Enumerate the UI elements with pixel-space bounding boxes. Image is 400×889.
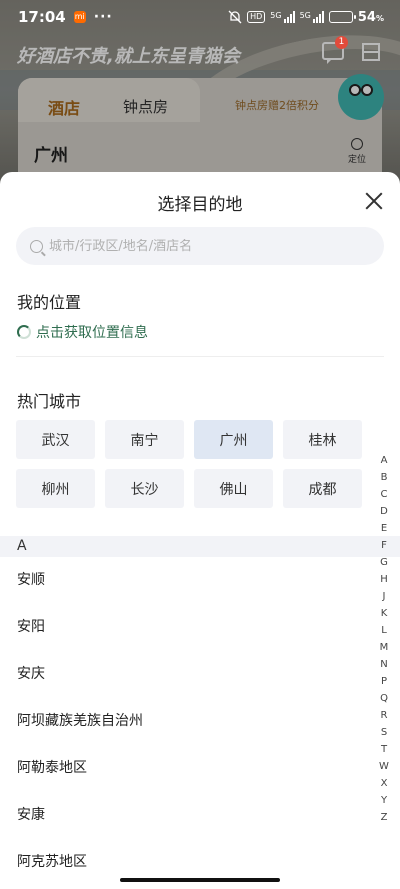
hot-city-button[interactable]: 长沙 bbox=[105, 469, 184, 508]
index-letter[interactable]: H bbox=[380, 571, 388, 588]
more-notifications-icon: ··· bbox=[93, 9, 113, 25]
network-type-label: 5G bbox=[270, 11, 282, 20]
divider bbox=[16, 356, 384, 357]
hot-city-button[interactable]: 成都 bbox=[283, 469, 362, 508]
city-list-item[interactable]: 阿坝藏族羌族自治州 bbox=[17, 698, 357, 745]
index-letter[interactable]: Q bbox=[380, 690, 388, 707]
city-list-item[interactable]: 安顺 bbox=[17, 557, 357, 604]
index-letter[interactable]: E bbox=[381, 520, 387, 537]
hot-city-button[interactable]: 广州 bbox=[194, 420, 273, 459]
mi-app-icon: mi bbox=[73, 11, 86, 23]
hot-city-button[interactable]: 佛山 bbox=[194, 469, 273, 508]
index-letter[interactable]: D bbox=[380, 503, 388, 520]
status-bar: 17:04 mi ··· HD 5G 5G 54% bbox=[0, 0, 400, 34]
index-letter[interactable]: Z bbox=[381, 809, 388, 826]
message-badge: 1 bbox=[335, 36, 348, 49]
status-time: 17:04 bbox=[18, 8, 66, 26]
search-bar[interactable] bbox=[16, 227, 384, 265]
signal-icon-sim1: 5G bbox=[270, 11, 295, 23]
index-letter[interactable]: G bbox=[380, 554, 388, 571]
index-letter[interactable]: L bbox=[381, 622, 387, 639]
hot-cities-title: 热门城市 bbox=[17, 392, 82, 411]
hot-city-button[interactable]: 桂林 bbox=[283, 420, 362, 459]
hot-city-button[interactable]: 武汉 bbox=[16, 420, 95, 459]
index-letter[interactable]: J bbox=[383, 588, 386, 605]
network-type-label: 5G bbox=[299, 11, 311, 20]
index-letter[interactable]: M bbox=[380, 639, 389, 656]
city-list: 安顺 安阳 安庆 阿坝藏族羌族自治州 阿勒泰地区 安康 阿克苏地区 bbox=[17, 557, 357, 886]
search-icon bbox=[30, 239, 43, 253]
battery-icon bbox=[328, 11, 356, 23]
loading-spinner-icon bbox=[17, 325, 31, 339]
alphabet-index[interactable]: ABCDEFGHJKLMNPQRSTWXYZ bbox=[376, 452, 392, 826]
battery-percent: 54% bbox=[357, 9, 384, 25]
index-letter[interactable]: W bbox=[379, 758, 389, 775]
my-location-title: 我的位置 bbox=[17, 293, 82, 312]
city-list-item[interactable]: 安康 bbox=[17, 792, 357, 839]
home-indicator[interactable] bbox=[120, 878, 280, 882]
hd-voice-icon: HD bbox=[247, 11, 266, 23]
destination-sheet: 选择目的地 我的位置 点击获取位置信息 热门城市 武汉南宁广州桂林柳州长沙佛山成… bbox=[0, 172, 400, 889]
index-letter[interactable]: X bbox=[381, 775, 388, 792]
sheet-title: 选择目的地 bbox=[157, 195, 243, 215]
mute-bell-icon bbox=[228, 10, 242, 24]
city-list-item[interactable]: 安庆 bbox=[17, 651, 357, 698]
hot-city-button[interactable]: 南宁 bbox=[105, 420, 184, 459]
index-letter[interactable]: N bbox=[380, 656, 387, 673]
index-letter[interactable]: S bbox=[381, 724, 387, 741]
index-letter[interactable]: Y bbox=[381, 792, 387, 809]
index-letter[interactable]: R bbox=[381, 707, 388, 724]
city-list-item[interactable]: 阿勒泰地区 bbox=[17, 745, 357, 792]
get-location-label: 点击获取位置信息 bbox=[36, 325, 148, 341]
city-list-item[interactable]: 安阳 bbox=[17, 604, 357, 651]
hot-city-button[interactable]: 柳州 bbox=[16, 469, 95, 508]
index-letter[interactable]: B bbox=[381, 469, 388, 486]
index-letter[interactable]: A bbox=[381, 452, 388, 469]
index-letter[interactable]: F bbox=[381, 537, 387, 554]
index-letter[interactable]: C bbox=[381, 486, 388, 503]
index-letter[interactable]: T bbox=[381, 741, 387, 758]
letter-section-header: A bbox=[0, 536, 400, 557]
signal-icon-sim2: 5G bbox=[300, 11, 324, 23]
hot-cities-grid: 武汉 南宁 广州 桂林柳州 长沙 佛山 成都 bbox=[16, 420, 366, 508]
index-letter[interactable]: K bbox=[381, 605, 388, 622]
index-letter[interactable]: P bbox=[381, 673, 387, 690]
get-location-button[interactable]: 点击获取位置信息 bbox=[17, 322, 148, 342]
close-icon[interactable] bbox=[364, 191, 384, 211]
search-input[interactable] bbox=[49, 238, 349, 254]
